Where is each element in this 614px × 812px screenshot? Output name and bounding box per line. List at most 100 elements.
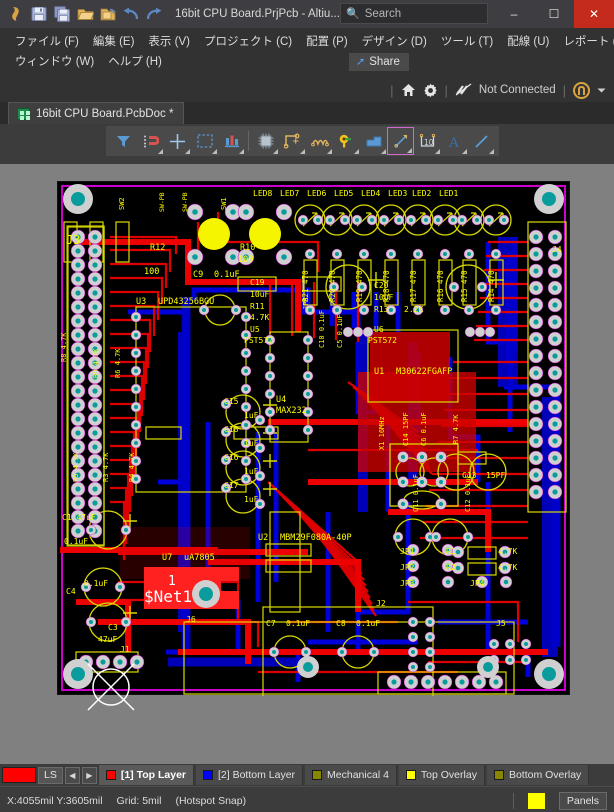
svg-text:UPD43256BGU: UPD43256BGU: [158, 297, 214, 307]
layer-tab-bottom-layer[interactable]: [2] Bottom Layer: [196, 765, 304, 785]
place-dimension-icon[interactable]: 10: [414, 127, 441, 155]
svg-text:R16 470: R16 470: [436, 270, 445, 302]
svg-text:1uF: 1uF: [244, 411, 259, 420]
title-bar: 16bit CPU Board.PrjPcb - Altiu... 🔍 Sear…: [0, 0, 614, 28]
menu-design[interactable]: デザイン (D): [355, 31, 434, 51]
svg-text:LED4: LED4: [361, 189, 380, 198]
layer-color-swatch: [405, 770, 416, 780]
gear-icon[interactable]: [423, 83, 438, 98]
place-arc-icon[interactable]: [306, 127, 333, 155]
menu-help[interactable]: ヘルプ (H): [101, 51, 169, 71]
svg-text:M30622FGAFP: M30622FGAFP: [396, 367, 452, 377]
crosshair-origin-icon[interactable]: [164, 127, 191, 155]
svg-text:C1 47uF: C1 47uF: [62, 513, 96, 522]
pcb-document-icon: [17, 107, 30, 120]
share-button[interactable]: ➚ Share: [349, 53, 409, 71]
panels-button[interactable]: Panels: [558, 791, 607, 810]
tab-pcbdoc[interactable]: 16bit CPU Board.PcbDoc *: [8, 102, 185, 124]
svg-text:PST572: PST572: [368, 336, 397, 345]
svg-text:R1: R1: [446, 547, 456, 556]
arrow-left-icon[interactable]: ◀: [64, 766, 80, 784]
minimize-button[interactable]: –: [494, 0, 534, 28]
undo-icon[interactable]: [120, 3, 142, 25]
svg-text:SW2: SW2: [118, 197, 126, 210]
menu-route[interactable]: 配線 (U): [500, 31, 556, 51]
svg-text:C20: C20: [374, 281, 389, 290]
pcb-toolbar: 10 A: [106, 126, 499, 156]
search-input[interactable]: 🔍 Search: [340, 3, 488, 24]
menu-place[interactable]: 配置 (P): [299, 31, 355, 51]
svg-text:C12 0.1uF: C12 0.1uF: [464, 474, 472, 512]
home-icon[interactable]: [401, 83, 416, 97]
menu-project[interactable]: プロジェクト (C): [197, 31, 299, 51]
selection-box-icon[interactable]: [191, 127, 218, 155]
layer-sets-button[interactable]: LS: [38, 766, 63, 784]
svg-text:C14 15PF: C14 15PF: [402, 412, 410, 446]
redo-icon[interactable]: [143, 3, 165, 25]
arrow-right-icon[interactable]: ▶: [81, 766, 97, 784]
svg-text:$Net1: $Net1: [144, 587, 192, 606]
chevron-down-icon[interactable]: [597, 87, 606, 94]
svg-text:C10 0.1uF: C10 0.1uF: [318, 310, 326, 348]
menu-file[interactable]: ファイル (F): [8, 31, 86, 51]
layer-tab-top-overlay[interactable]: Top Overlay: [398, 765, 485, 785]
pcb-board[interactable]: J3 LED8 LED7 LED6 LED5 LED4 LED3 LED2 LE…: [57, 181, 570, 711]
toolbar-divider: [248, 131, 249, 151]
menu-edit[interactable]: 編集 (E): [86, 31, 142, 51]
layer-tab-label: Mechanical 4: [327, 769, 389, 781]
save-icon[interactable]: [28, 3, 50, 25]
svg-text:1uF: 1uF: [244, 495, 259, 504]
layer-tab-bottom-overlay[interactable]: Bottom Overlay: [486, 765, 590, 785]
menu-window[interactable]: ウィンドウ (W): [8, 51, 101, 71]
svg-text:100: 100: [144, 267, 159, 277]
menu-bar: ファイル (F) 編集 (E) 表示 (V) プロジェクト (C) 配置 (P)…: [0, 28, 614, 78]
svg-text:1uF: 1uF: [244, 467, 259, 476]
open-project-icon[interactable]: [97, 3, 119, 25]
svg-text:R11: R11: [250, 302, 265, 311]
save-all-icon[interactable]: [51, 3, 73, 25]
svg-text:0.1uF: 0.1uF: [214, 270, 240, 280]
place-via-icon[interactable]: [333, 127, 360, 155]
svg-text:R21 470: R21 470: [301, 270, 310, 302]
svg-text:U5: U5: [250, 325, 260, 334]
magnet-snap-icon[interactable]: [137, 127, 164, 155]
place-track-icon[interactable]: [279, 127, 306, 155]
filter-icon[interactable]: [110, 127, 137, 155]
menu-view[interactable]: 表示 (V): [141, 31, 197, 51]
maximize-button[interactable]: ☐: [534, 0, 574, 28]
layer-stack-icon[interactable]: [218, 127, 245, 155]
status-color-swatch[interactable]: [527, 792, 545, 809]
pcb-workspace[interactable]: J3 LED8 LED7 LED6 LED5 LED4 LED3 LED2 LE…: [0, 164, 614, 764]
close-button[interactable]: ✕: [574, 0, 614, 28]
place-polygon-icon[interactable]: [387, 127, 414, 155]
svg-text:JP1: JP1: [400, 547, 415, 556]
title-bar-icon-group: [0, 3, 165, 25]
strip-divider-3: |: [562, 82, 566, 98]
tab-pcbdoc-label: 16bit CPU Board.PcbDoc *: [36, 107, 174, 120]
menu-row-2: ウィンドウ (W) ヘルプ (H): [8, 51, 606, 71]
place-line-icon[interactable]: [468, 127, 495, 155]
menu-tools[interactable]: ツール (T): [434, 31, 500, 51]
svg-text:LED7: LED7: [280, 189, 299, 198]
open-icon[interactable]: [74, 3, 96, 25]
layer-tab-label: [1] Top Layer: [120, 769, 186, 781]
svg-text:R7 4.7K: R7 4.7K: [452, 414, 460, 444]
place-component-icon[interactable]: [252, 127, 279, 155]
place-string-icon[interactable]: A: [441, 127, 468, 155]
place-fill-icon[interactable]: [360, 127, 387, 155]
svg-text:C5 0.1uF: C5 0.1uF: [336, 314, 344, 348]
snap-mode: (Hotspot Snap): [175, 794, 247, 807]
svg-text:10: 10: [424, 138, 434, 147]
layer-tab-mechanical-4[interactable]: Mechanical 4: [305, 765, 397, 785]
status-divider: [512, 792, 514, 809]
pcb-artwork: J3 LED8 LED7 LED6 LED5 LED4 LED3 LED2 LE…: [60, 184, 567, 696]
account-avatar-icon[interactable]: [573, 81, 590, 99]
svg-text:15PF: 15PF: [486, 471, 505, 480]
layer-color-swatch: [493, 770, 504, 780]
layer-tab-top-layer[interactable]: [1] Top Layer: [98, 765, 194, 785]
altium-logo-icon[interactable]: [5, 3, 27, 25]
active-layer-swatch[interactable]: [2, 767, 36, 783]
layer-color-swatch: [312, 770, 323, 780]
menu-row-1: ファイル (F) 編集 (E) 表示 (V) プロジェクト (C) 配置 (P)…: [8, 31, 614, 51]
menu-reports[interactable]: レポート (R): [556, 31, 614, 51]
